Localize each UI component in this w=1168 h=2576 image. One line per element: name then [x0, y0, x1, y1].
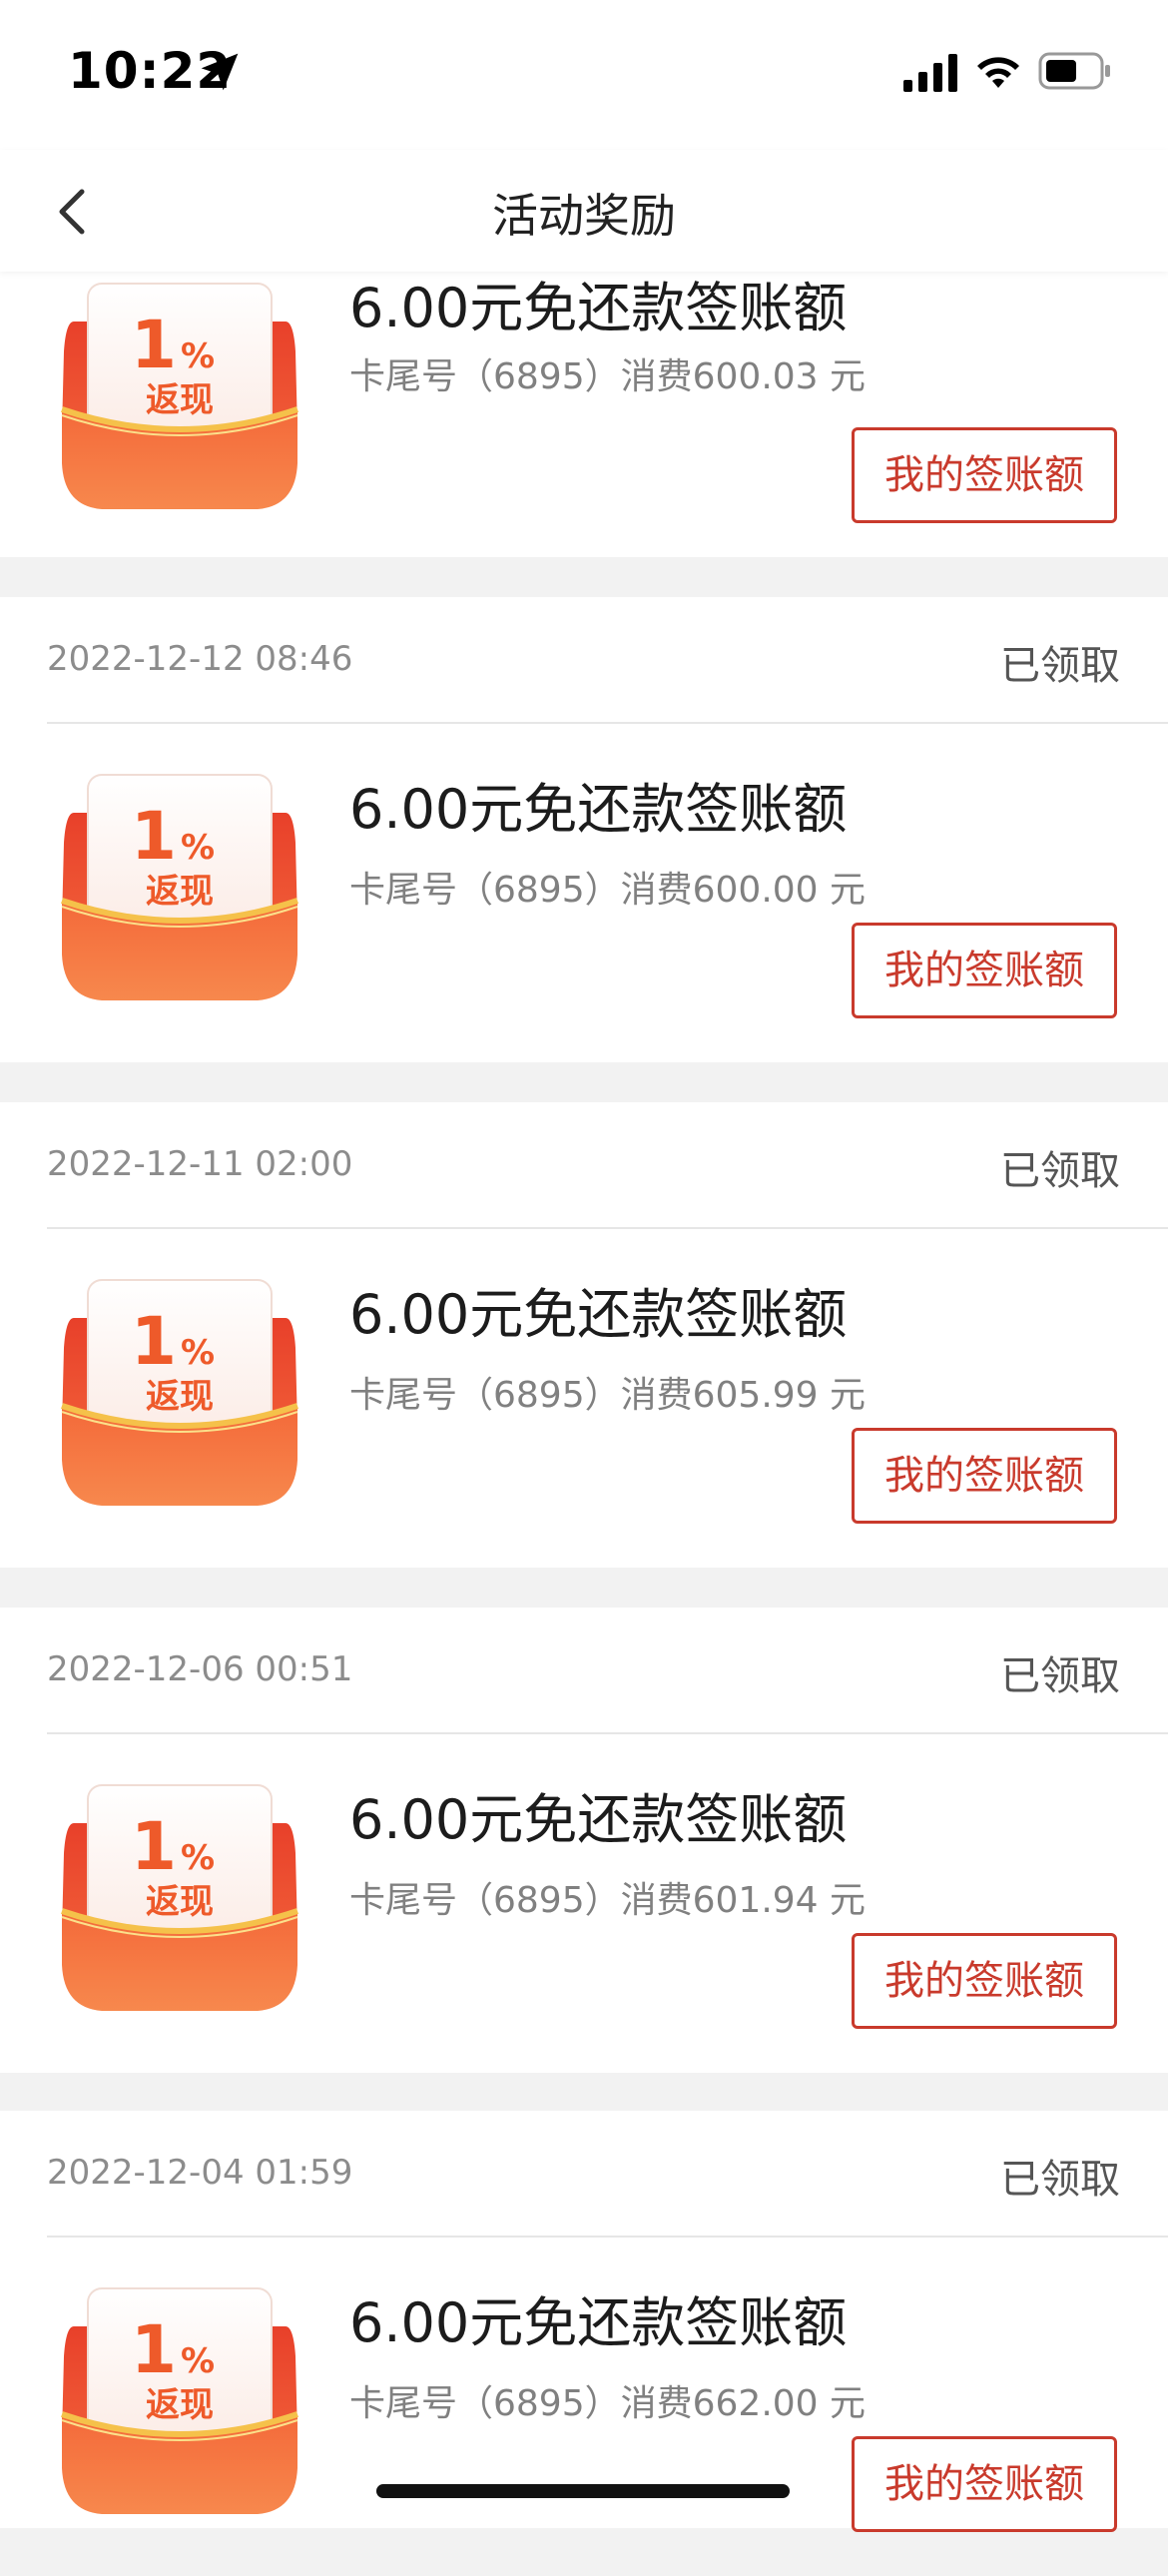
reward-record-body: 1 % 返现 6.00元免还款签账额 卡尾号（6895）消费662.00 元 我… [0, 2237, 1168, 2576]
svg-text:%: % [181, 336, 215, 376]
claimed-status: 已领取 [1000, 1653, 1120, 1699]
reward-title: 6.00元免还款签账额 [349, 277, 848, 339]
svg-text:返现: 返现 [146, 872, 214, 912]
cellular-signal-icon [903, 54, 957, 92]
svg-text:%: % [181, 1333, 215, 1373]
reward-record-header: 2022-12-11 02:00 已领取 [0, 1102, 1168, 1229]
claimed-status: 已领取 [1000, 643, 1120, 689]
wifi-icon [977, 57, 1019, 88]
reward-title: 6.00元免还款签账额 [349, 1788, 848, 1851]
home-indicator[interactable] [376, 2484, 790, 2498]
claimed-status: 已领取 [1000, 1148, 1120, 1194]
cashback-badge-icon: 1 % 返现 [58, 282, 301, 511]
reward-record-body: 1 % 返现 6.00元免还款签账额 卡尾号（6895）消费605.99 元 我… [0, 1228, 1168, 1568]
cashback-badge-icon: 1 % 返现 [58, 1278, 301, 1508]
my-quota-button[interactable]: 我的签账额 [852, 427, 1117, 523]
record-date: 2022-12-04 01:59 [47, 2153, 353, 2193]
reward-record-card: 2022-12-06 00:51 已领取 1 % 返现 6.00元免还款签账额 … [0, 1608, 1168, 2073]
reward-record-body: 1 % 返现 6.00元免还款签账额 卡尾号（6895）消费601.94 元 我… [0, 1733, 1168, 2073]
svg-text:1: 1 [131, 2311, 177, 2388]
reward-record-card: 2022-12-04 01:59 已领取 1 % 返现 6.00元免还款签账额 … [0, 2111, 1168, 2532]
reward-detail: 卡尾号（6895）消费600.03 元 [349, 356, 867, 397]
reward-title: 6.00元免还款签账额 [349, 2291, 848, 2354]
svg-text:1: 1 [131, 1808, 177, 1885]
my-quota-button[interactable]: 我的签账额 [852, 2436, 1117, 2532]
svg-text:%: % [181, 1838, 215, 1878]
navigation-bar: 活动奖励 [0, 150, 1168, 272]
reward-record-header: 2022-12-06 00:51 已领取 [0, 1608, 1168, 1734]
svg-text:返现: 返现 [146, 1882, 214, 1922]
claimed-status: 已领取 [1000, 2157, 1120, 2203]
reward-detail: 卡尾号（6895）消费605.99 元 [349, 1375, 867, 1416]
my-quota-button[interactable]: 我的签账额 [852, 1428, 1117, 1524]
reward-record-card: 2022-12-11 02:00 已领取 1 % 返现 6.00元免还款签账额 … [0, 1102, 1168, 1568]
reward-detail: 卡尾号（6895）消费600.00 元 [349, 870, 867, 911]
status-bar: 10:22 [0, 0, 1168, 150]
reward-record-header: 2022-12-04 01:59 已领取 [0, 2111, 1168, 2238]
svg-text:返现: 返现 [146, 380, 214, 420]
record-date: 2022-12-06 00:51 [47, 1649, 353, 1689]
reward-detail: 卡尾号（6895）消费601.94 元 [349, 1880, 867, 1921]
svg-text:1: 1 [131, 307, 177, 383]
svg-text:%: % [181, 828, 215, 868]
svg-text:1: 1 [131, 798, 177, 875]
my-quota-button[interactable]: 我的签账额 [852, 923, 1117, 1018]
svg-text:%: % [181, 2341, 215, 2381]
reward-record-body: 1 % 返现 6.00元免还款签账额 卡尾号（6895）消费600.00 元 我… [0, 723, 1168, 1062]
my-quota-button[interactable]: 我的签账额 [852, 1933, 1117, 2029]
reward-record-header: 2022-12-12 08:46 已领取 [0, 597, 1168, 724]
reward-title: 6.00元免还款签账额 [349, 1283, 848, 1346]
record-date: 2022-12-12 08:46 [47, 639, 353, 679]
cashback-badge-icon: 1 % 返现 [58, 1783, 301, 2013]
cashback-badge-icon: 1 % 返现 [58, 2286, 301, 2516]
record-date: 2022-12-11 02:00 [47, 1144, 353, 1184]
svg-text:1: 1 [131, 1303, 177, 1380]
svg-text:返现: 返现 [146, 2385, 214, 2425]
reward-detail: 卡尾号（6895）消费662.00 元 [349, 2383, 867, 2424]
reward-record-card: 2022-12-12 08:46 已领取 1 % 返现 6.00元免还款签账额 … [0, 597, 1168, 1062]
battery-icon [1038, 52, 1110, 90]
cashback-badge-icon: 1 % 返现 [58, 773, 301, 1002]
page-title: 活动奖励 [492, 189, 676, 243]
svg-text:返现: 返现 [146, 1377, 214, 1417]
location-arrow-icon [201, 53, 239, 91]
reward-title: 6.00元免还款签账额 [349, 778, 848, 841]
